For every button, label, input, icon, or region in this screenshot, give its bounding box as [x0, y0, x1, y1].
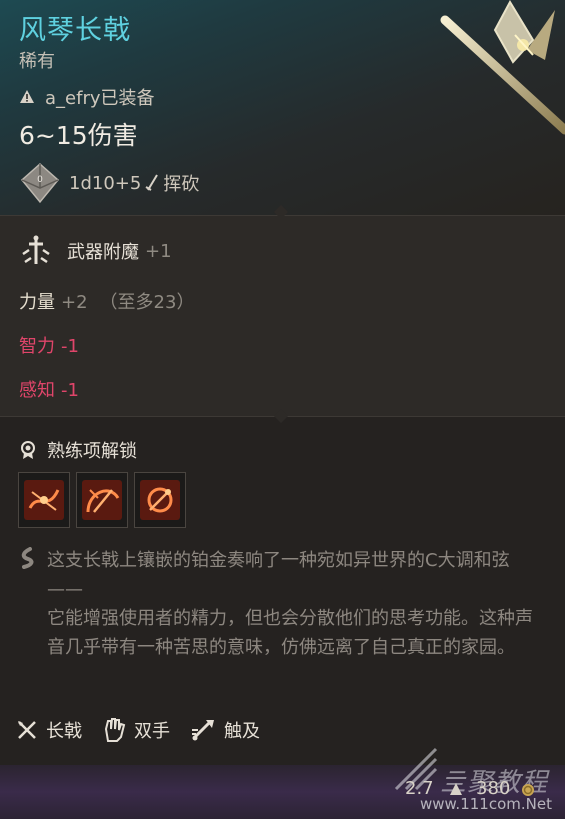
ability-slot[interactable] — [18, 472, 70, 528]
damage-type: 挥砍 — [163, 174, 200, 195]
halberd-art-icon — [440, 0, 565, 135]
ability-slot[interactable] — [76, 472, 128, 528]
enchantment-value: +1 — [145, 240, 172, 262]
stat-wisdom: 感知 -1 — [19, 376, 79, 402]
warning-icon — [20, 90, 34, 103]
reach-icon — [192, 720, 214, 741]
item-title: 风琴长戟 — [19, 15, 131, 46]
stat-strength: 力量 +2 （至多23） — [19, 288, 194, 314]
tag-label: 长戟 — [46, 721, 82, 742]
tag-reach[interactable]: 触及 — [190, 717, 260, 743]
proficiency-header: 熟练项解锁 — [19, 437, 137, 463]
enchantment-section: 武器附魔 +1 力量 +2 （至多23） 智力 -1 感知 -1 — [0, 216, 565, 416]
stat-intelligence: 智力 -1 — [19, 332, 79, 358]
tag-label: 触及 — [224, 721, 260, 742]
enchantment-row: 武器附魔 +1 — [19, 234, 172, 268]
tag-halberd[interactable]: 长戟 — [16, 717, 82, 743]
sweep-attack-icon — [82, 480, 122, 520]
lore-quill-icon — [21, 547, 34, 569]
pommel-strike-icon — [140, 480, 180, 520]
d10-dice-icon: 0 — [20, 162, 60, 204]
dice-row: 0 1d10+5 挥砍 — [19, 160, 199, 206]
stat-bonus: -1 — [61, 336, 79, 357]
equipped-status: a_efry已装备 — [19, 84, 155, 110]
stat-bonus: -1 — [61, 380, 79, 401]
proficiency-badge-icon — [21, 441, 35, 459]
ability-slot[interactable] — [134, 472, 186, 528]
tag-label: 双手 — [134, 721, 170, 742]
weapon-tags: 长戟 双手 触及 — [16, 717, 280, 743]
item-rarity: 稀有 — [19, 51, 55, 72]
damage-range: 6~15伤害 — [19, 121, 138, 150]
stat-bonus: +2 — [61, 292, 88, 313]
dice-formula: 1d10+5 — [69, 172, 142, 194]
two-hands-icon — [104, 718, 126, 742]
proficiency-abilities — [18, 472, 186, 528]
sword-icon — [145, 174, 159, 191]
stat-cap: （至多23） — [99, 292, 195, 313]
halberd-icon — [18, 721, 36, 739]
lore-line: 这支长戟上镶嵌的铂金奏响了一种宛如异世界的C大调和弦 —— — [47, 550, 510, 600]
lore-text: 这支长戟上镶嵌的铂金奏响了一种宛如异世界的C大调和弦 —— 它能增强使用者的精力… — [47, 546, 547, 662]
item-tooltip: 风琴长戟 稀有 a_efry已装备 6~15伤害 0 1d10+5 挥砍 武器附… — [0, 0, 565, 819]
tooltip-header: 风琴长戟 稀有 a_efry已装备 6~15伤害 0 1d10+5 挥砍 — [0, 0, 565, 215]
proficiency-title: 熟练项解锁 — [47, 441, 137, 462]
enchantment-label: 武器附魔 — [67, 242, 139, 263]
flourish-strike-icon — [24, 480, 64, 520]
enchant-sword-icon — [22, 235, 50, 264]
stat-name: 智力 — [19, 336, 55, 357]
weight-icon — [450, 783, 462, 795]
watermark-url: www.111com.Net — [420, 795, 552, 813]
svg-text:0: 0 — [37, 175, 43, 185]
equipped-text: a_efry已装备 — [45, 88, 155, 109]
stat-name: 力量 — [19, 292, 55, 313]
tag-two-handed[interactable]: 双手 — [102, 717, 170, 743]
stat-name: 感知 — [19, 380, 55, 401]
lore-line: 它能增强使用者的精力，但也会分散他们的思考功能。这种声音几乎带有一种苦思的意味，… — [47, 608, 533, 658]
